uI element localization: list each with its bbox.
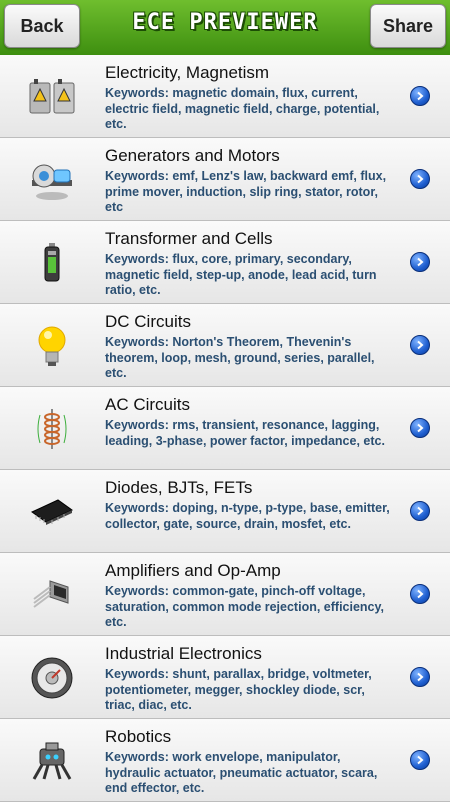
topic-keywords: Keywords: emf, Lenz's law, backward emf,…	[105, 169, 387, 214]
robot-icon	[28, 739, 76, 783]
battery-icon	[28, 241, 76, 285]
topic-keywords: Keywords: common-gate, pinch-off voltage…	[105, 584, 384, 629]
chevron-right-icon[interactable]	[410, 501, 430, 521]
topic-keywords: Keywords: magnetic domain, flux, current…	[105, 86, 380, 131]
topic-row-dc-circuits[interactable]: DC Circuits Keywords: Norton's Theorem, …	[0, 304, 450, 387]
top-bar: Back ECE PREVIEWER Share	[0, 0, 450, 56]
topic-keywords: Keywords: flux, core, primary, secondary…	[105, 252, 377, 297]
topic-title: Industrial Electronics	[105, 644, 262, 663]
topic-row-amplifiers-opamp[interactable]: Amplifiers and Op-Amp Keywords: common-g…	[0, 553, 450, 636]
topic-row-transformer-cells[interactable]: Transformer and Cells Keywords: flux, co…	[0, 221, 450, 304]
chevron-right-icon[interactable]	[410, 335, 430, 355]
electrical-panels-icon	[28, 75, 76, 119]
topic-list: Electricity, Magnetism Keywords: magneti…	[0, 55, 450, 802]
chevron-right-icon[interactable]	[410, 750, 430, 770]
topic-keywords: Keywords: rms, transient, resonance, lag…	[105, 418, 385, 448]
topic-row-generators-motors[interactable]: Generators and Motors Keywords: emf, Len…	[0, 138, 450, 221]
chevron-right-icon[interactable]	[410, 252, 430, 272]
light-bulb-icon	[28, 324, 76, 368]
ic-chip-icon	[28, 490, 76, 534]
chevron-right-icon[interactable]	[410, 667, 430, 687]
chevron-right-icon[interactable]	[410, 584, 430, 604]
topic-row-industrial-electronics[interactable]: Industrial Electronics Keywords: shunt, …	[0, 636, 450, 719]
topic-row-ac-circuits[interactable]: AC Circuits Keywords: rms, transient, re…	[0, 387, 450, 470]
topic-row-robotics[interactable]: Robotics Keywords: work envelope, manipu…	[0, 719, 450, 802]
chevron-right-icon[interactable]	[410, 169, 430, 189]
topic-title: Robotics	[105, 727, 172, 746]
topic-title: Amplifiers and Op-Amp	[105, 561, 281, 580]
topic-row-electricity-magnetism[interactable]: Electricity, Magnetism Keywords: magneti…	[0, 55, 450, 138]
chevron-right-icon[interactable]	[410, 418, 430, 438]
topic-row-diodes-bjts-fets[interactable]: Diodes, BJTs, FETs Keywords: doping, n-t…	[0, 470, 450, 553]
back-button[interactable]: Back	[4, 4, 80, 48]
topic-title: Generators and Motors	[105, 146, 280, 165]
topic-title: DC Circuits	[105, 312, 191, 331]
transistor-icon	[28, 573, 76, 617]
topic-title: AC Circuits	[105, 395, 191, 414]
share-button[interactable]: Share	[370, 4, 446, 48]
app-title: ECE PREVIEWER	[132, 10, 318, 35]
topic-keywords: Keywords: Norton's Theorem, Thevenin's t…	[105, 335, 375, 380]
topic-keywords: Keywords: shunt, parallax, bridge, voltm…	[105, 667, 372, 712]
topic-keywords: Keywords: doping, n-type, p-type, base, …	[105, 501, 390, 531]
topic-title: Transformer and Cells	[105, 229, 273, 248]
dial-meter-icon	[28, 656, 76, 700]
generator-icon	[28, 158, 76, 202]
coil-icon	[28, 407, 76, 451]
chevron-right-icon[interactable]	[410, 86, 430, 106]
topic-title: Electricity, Magnetism	[105, 63, 270, 82]
topic-title: Diodes, BJTs, FETs	[105, 478, 253, 497]
topic-keywords: Keywords: work envelope, manipulator, hy…	[105, 750, 378, 795]
